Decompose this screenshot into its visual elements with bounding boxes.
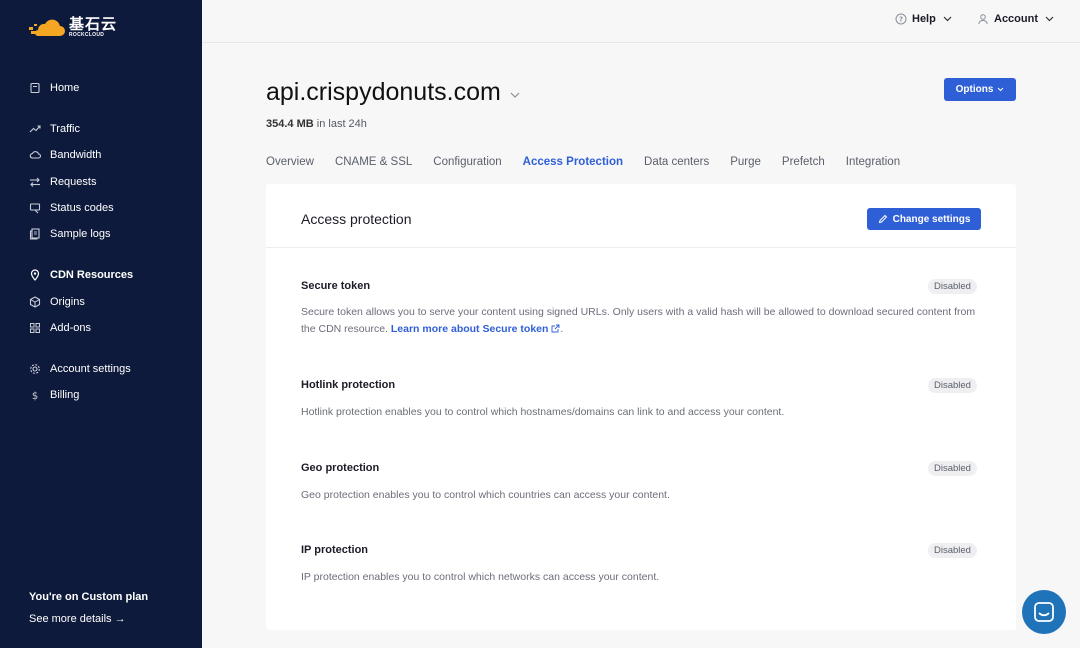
logo-name-cn: 基石云 <box>69 15 118 33</box>
sidebar-item-label: Origins <box>50 296 85 308</box>
status-badge: Disabled <box>928 279 977 294</box>
sidebar-item-home[interactable]: Home <box>28 78 79 98</box>
options-label: Options <box>955 84 994 95</box>
sidebar-item-bandwidth[interactable]: Bandwidth <box>28 145 101 165</box>
status-badge: Disabled <box>928 378 977 393</box>
flag-icon <box>28 201 42 215</box>
logs-icon <box>28 227 42 241</box>
ip-protection-description: IP protection enables you to control whi… <box>301 571 660 583</box>
tab-access-protection[interactable]: Access Protection <box>523 156 623 168</box>
resource-tabs: Overview CNAME & SSL Configuration Acces… <box>266 156 921 168</box>
sidebar-item-label: CDN Resources <box>50 269 134 281</box>
card-title: Access protection <box>301 211 412 227</box>
usage-value: 354.4 MB <box>266 118 314 130</box>
location-pin-icon <box>28 268 42 282</box>
svg-text:$: $ <box>32 391 38 401</box>
user-icon <box>978 14 988 25</box>
sidebar-item-label: Requests <box>50 176 97 188</box>
home-icon <box>28 81 42 95</box>
tab-purge[interactable]: Purge <box>730 156 761 168</box>
sidebar-item-label: Home <box>50 82 80 94</box>
link-label: Learn more about Secure token <box>390 323 549 335</box>
geo-protection-title: Geo protection <box>301 462 380 474</box>
ip-protection-title: IP protection <box>301 544 369 556</box>
sidebar: 基石云 ROCKCLOUD Home Traffic Bandwidth Req… <box>0 0 202 648</box>
geo-protection-description: Geo protection enables you to control wh… <box>301 489 670 501</box>
chevron-down-icon <box>510 92 520 98</box>
sidebar-item-origins[interactable]: Origins <box>28 292 85 312</box>
tab-prefetch[interactable]: Prefetch <box>782 156 825 168</box>
trending-up-icon <box>28 122 42 136</box>
help-label: Help <box>912 13 936 25</box>
sidebar-item-label: Traffic <box>50 123 80 135</box>
account-button[interactable]: Account <box>977 13 1054 25</box>
logo-name-en: ROCKCLOUD <box>69 31 105 38</box>
sidebar-item-label: Account settings <box>50 363 131 375</box>
tab-integration[interactable]: Integration <box>846 156 900 168</box>
chevron-down-icon <box>1045 16 1054 22</box>
sidebar-item-label: Add-ons <box>50 322 91 334</box>
chevron-down-icon <box>943 16 952 22</box>
cloud-icon <box>28 148 42 162</box>
dollar-icon: $ <box>28 388 42 402</box>
arrows-icon <box>28 175 42 189</box>
resource-domain-selector[interactable]: api.crispydonuts.com <box>266 78 520 107</box>
status-badge: Disabled <box>928 461 977 476</box>
sidebar-item-status-codes[interactable]: Status codes <box>28 198 114 218</box>
tab-cname-ssl[interactable]: CNAME & SSL <box>335 156 412 168</box>
chat-button[interactable] <box>1022 590 1066 634</box>
account-label: Account <box>994 13 1038 25</box>
sidebar-item-sample-logs[interactable]: Sample logs <box>28 224 111 244</box>
usage-suffix: in last 24h <box>313 118 367 130</box>
help-button[interactable]: ? Help <box>895 13 952 25</box>
question-circle-icon: ? <box>895 13 907 25</box>
learn-more-secure-token-link[interactable]: Learn more about Secure token <box>391 323 560 335</box>
sidebar-item-traffic[interactable]: Traffic <box>28 119 80 139</box>
hotlink-protection-title: Hotlink protection <box>301 379 396 391</box>
usage-summary: 354.4 MB in last 24h <box>266 118 367 130</box>
cloud-logo-icon <box>29 19 65 36</box>
card-header: Access protection Change settings <box>266 184 1016 248</box>
plan-title: You're on Custom plan <box>29 591 149 603</box>
sidebar-item-label: Billing <box>50 389 80 401</box>
sidebar-item-account-settings[interactable]: Account settings <box>28 359 131 379</box>
tab-configuration[interactable]: Configuration <box>433 156 501 168</box>
gear-icon <box>28 362 42 376</box>
chat-icon <box>1034 602 1054 622</box>
resource-domain: api.crispydonuts.com <box>266 78 501 106</box>
secure-token-description: Secure token allows you to serve your co… <box>301 304 981 338</box>
tab-data-centers[interactable]: Data centers <box>644 156 709 168</box>
see-more-details-link[interactable]: See more details → <box>29 613 126 625</box>
grid-icon <box>28 321 42 335</box>
external-link-icon <box>551 324 560 333</box>
link-suffix: . <box>560 323 564 335</box>
change-settings-button[interactable]: Change settings <box>867 208 981 230</box>
access-protection-card: Access protection Change settings Secure… <box>266 184 1016 630</box>
logo[interactable]: 基石云 ROCKCLOUD <box>29 16 117 38</box>
secure-token-title: Secure token <box>301 280 371 292</box>
options-button[interactable]: Options <box>944 78 1016 101</box>
tab-overview[interactable]: Overview <box>266 156 314 168</box>
sidebar-item-label: Status codes <box>50 202 114 214</box>
sidebar-item-label: Bandwidth <box>50 149 102 161</box>
status-badge: Disabled <box>928 543 977 558</box>
sidebar-item-label: Sample logs <box>50 228 111 240</box>
change-settings-label: Change settings <box>892 213 971 225</box>
topbar: ? Help Account <box>202 0 1080 43</box>
server-icon <box>28 295 42 309</box>
sidebar-item-add-ons[interactable]: Add-ons <box>28 318 91 338</box>
sidebar-item-cdn-resources[interactable]: CDN Resources <box>28 265 133 285</box>
sidebar-item-requests[interactable]: Requests <box>28 172 96 192</box>
pencil-icon <box>878 214 887 224</box>
hotlink-protection-description: Hotlink protection enables you to contro… <box>301 406 785 418</box>
svg-text:?: ? <box>899 16 903 24</box>
chevron-down-icon <box>998 87 1004 92</box>
sidebar-item-billing[interactable]: $ Billing <box>28 385 80 405</box>
